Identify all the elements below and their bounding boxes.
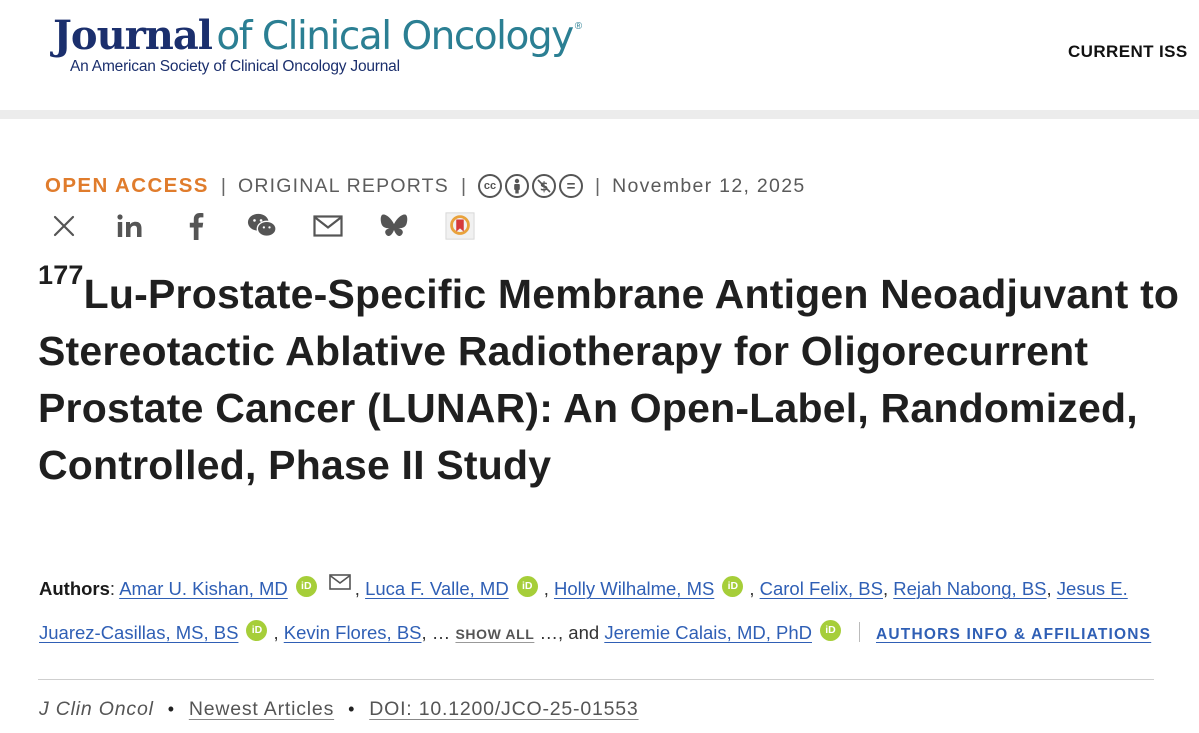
linkedin-icon[interactable]	[115, 211, 145, 241]
license-icons[interactable]: cc $ =	[478, 174, 584, 198]
wechat-icon[interactable]	[247, 211, 277, 241]
author-comma: ,	[543, 578, 549, 599]
citation-bullet: •	[348, 699, 356, 719]
meta-separator: |	[595, 174, 601, 197]
authors-ellipsis: …	[539, 622, 559, 643]
show-all-authors-button[interactable]: SHOW ALL	[455, 626, 534, 642]
article-meta: OPEN ACCESS | ORIGINAL REPORTS | cc $ = …	[45, 173, 805, 199]
newest-articles-link[interactable]: Newest Articles	[189, 698, 334, 721]
authors-label: Authors	[39, 578, 110, 599]
logo-subtitle: An American Society of Clinical Oncology…	[70, 58, 400, 75]
email-author-icon[interactable]	[328, 562, 351, 606]
author-comma: ,	[749, 578, 755, 599]
meta-separator: |	[460, 174, 467, 197]
site-header: Journal of Clinical Oncology ® An America…	[0, 0, 1199, 110]
authors-and: , and	[558, 622, 600, 643]
share-bar	[49, 211, 475, 241]
bookmark-icon[interactable]	[445, 211, 475, 241]
authors-ellipsis: …	[431, 622, 451, 643]
citation-journal: J Clin Oncol	[39, 698, 154, 720]
title-superscript: 177	[38, 260, 84, 290]
author-comma: ,	[1046, 578, 1052, 599]
header-divider	[0, 110, 1199, 119]
author-comma: ,	[273, 622, 279, 643]
nav-current-issue[interactable]: CURRENT ISS	[1068, 42, 1188, 62]
logo-journal-word: Journal	[53, 12, 213, 59]
authors-divider	[858, 622, 860, 642]
author-link[interactable]: Rejah Nabong, BS	[893, 578, 1046, 599]
author-link[interactable]: Jeremie Calais, MD, PhD	[604, 622, 812, 643]
nd-icon: =	[559, 174, 584, 198]
article-title: 177Lu-Prostate-Specific Membrane Antigen…	[38, 262, 1188, 494]
author-comma: ,	[354, 578, 360, 599]
author-comma: ,	[421, 622, 427, 643]
orcid-icon[interactable]: iD	[722, 576, 744, 597]
article-type: ORIGINAL REPORTS	[237, 174, 449, 197]
author-link[interactable]: Kevin Flores, BS	[284, 622, 422, 643]
x-icon[interactable]	[49, 211, 79, 241]
meta-separator: |	[220, 174, 226, 197]
orcid-icon[interactable]: iD	[295, 576, 317, 597]
orcid-icon[interactable]: iD	[516, 576, 538, 597]
publication-date: November 12, 2025	[612, 174, 806, 197]
facebook-icon[interactable]	[181, 211, 211, 241]
nc-icon: $	[532, 174, 557, 198]
journal-logo[interactable]: Journal of Clinical Oncology ® An America…	[53, 14, 583, 76]
authors-info-affiliations-link[interactable]: AUTHORS INFO & AFFILIATIONS	[876, 626, 1151, 643]
author-link[interactable]: Amar U. Kishan, MD	[119, 578, 288, 599]
email-icon[interactable]	[313, 211, 343, 241]
doi-link[interactable]: DOI: 10.1200/JCO-25-01553	[369, 698, 638, 721]
bluesky-icon[interactable]	[379, 211, 409, 241]
citation-bullet: •	[167, 699, 175, 719]
author-link[interactable]: Carol Felix, BS	[760, 578, 883, 599]
title-text: Lu-Prostate-Specific Membrane Antigen Ne…	[38, 271, 1180, 488]
authors-colon: :	[109, 578, 116, 599]
orcid-icon[interactable]: iD	[246, 620, 268, 641]
section-divider	[38, 679, 1154, 680]
cc-icon: cc	[478, 174, 503, 198]
author-link[interactable]: Holly Wilhalme, MS	[554, 578, 714, 599]
by-icon	[505, 174, 530, 198]
open-access-badge: OPEN ACCESS	[45, 174, 209, 197]
logo-journal-name: of Clinical Oncology	[216, 14, 574, 59]
authors-list: Authors: Amar U. Kishan, MD iD, Luca F. V…	[39, 562, 1179, 657]
orcid-icon[interactable]: iD	[819, 620, 841, 641]
logo-registered-mark: ®	[574, 21, 583, 32]
author-comma: ,	[882, 578, 889, 599]
citation-line: J Clin Oncol • Newest Articles • DOI: 10…	[39, 698, 639, 721]
author-link[interactable]: Luca F. Valle, MD	[365, 578, 509, 599]
